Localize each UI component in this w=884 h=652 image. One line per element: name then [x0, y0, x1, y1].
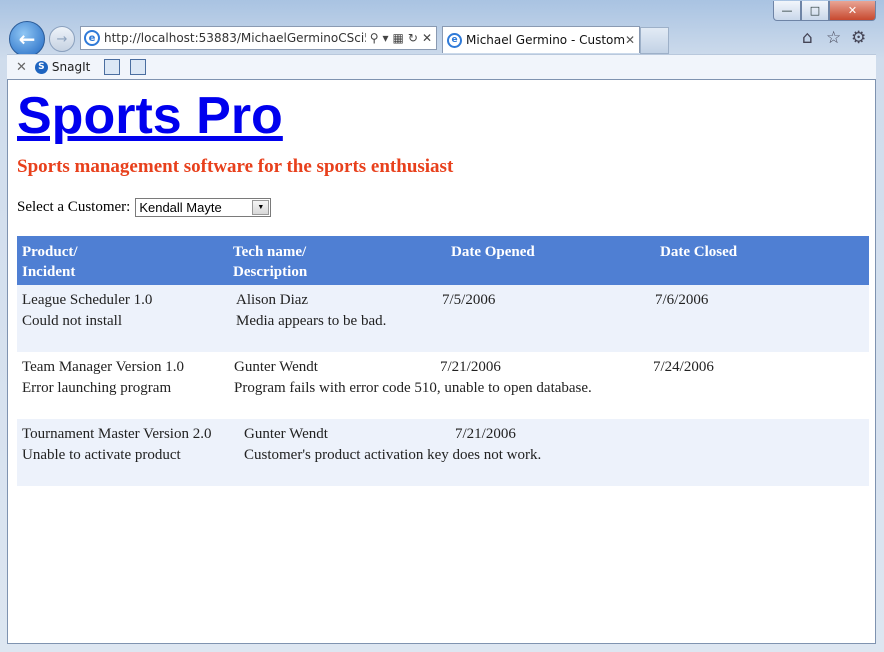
snagit-icon: S	[34, 60, 48, 74]
customer-dropdown[interactable]: Kendall Mayte ▼	[135, 198, 272, 217]
refresh-icon[interactable]: ↻	[408, 31, 418, 45]
stop-icon[interactable]: ✕	[422, 31, 432, 45]
brand-link[interactable]: Sports Pro	[17, 86, 283, 146]
tab-close-icon[interactable]: ✕	[625, 33, 639, 47]
home-icon[interactable]: ⌂	[802, 28, 813, 48]
customer-select-label: Select a Customer:	[17, 199, 131, 215]
header-tech-description: Tech name/ Description	[233, 242, 307, 282]
cell-date-opened: 7/21/2006	[440, 359, 501, 375]
cell-product: Tournament Master Version 2.0	[22, 426, 212, 442]
table-row: Tournament Master Version 2.0 Unable to …	[17, 419, 869, 486]
command-bar: ✕ S SnagIt	[7, 54, 876, 79]
address-tools: ⚲ ▾ ▦ ↻ ✕	[366, 31, 436, 45]
dropdown-icon[interactable]: ▾	[383, 31, 389, 45]
compatibility-icon[interactable]: ▦	[393, 31, 404, 45]
header-product: Product/	[22, 244, 78, 260]
header-incident: Incident	[22, 264, 76, 280]
snagit-button[interactable]: S SnagIt	[34, 60, 91, 74]
page-content: Sports Pro Sports management software fo…	[7, 79, 876, 644]
header-date-closed: Date Closed	[660, 244, 738, 260]
cell-incident: Unable to activate product	[22, 447, 181, 463]
forward-arrow-icon: →	[56, 31, 68, 47]
cell-incident: Could not install	[22, 313, 123, 329]
forward-button[interactable]: →	[49, 26, 75, 52]
header-tech-name: Tech name/	[233, 244, 307, 260]
cell-description: Media appears to be bad.	[236, 313, 387, 329]
close-toolbar-icon[interactable]: ✕	[16, 60, 27, 75]
snagit-label: SnagIt	[51, 60, 91, 74]
header-description: Description	[233, 264, 308, 280]
table-header: Product/ Incident Tech name/ Description…	[17, 236, 869, 285]
header-product-incident: Product/ Incident	[22, 242, 78, 282]
cell-tech: Gunter Wendt	[234, 359, 318, 375]
tab-ie-icon: e	[447, 32, 462, 48]
table-row: League Scheduler 1.0 Could not install A…	[17, 285, 869, 352]
maximize-button[interactable]: □	[801, 1, 829, 21]
browser-window: — □ ✕ ← → e http://localhost:53883/Micha…	[0, 0, 884, 652]
cell-incident: Error launching program	[22, 380, 172, 396]
cell-date-closed: 7/24/2006	[653, 359, 714, 375]
customer-select-row: Select a Customer: Kendall Mayte ▼	[17, 198, 272, 217]
snagit-edit-icon[interactable]	[130, 59, 147, 75]
new-tab-button[interactable]	[640, 27, 669, 54]
incidents-table: Product/ Incident Tech name/ Description…	[17, 236, 869, 486]
chevron-down-icon[interactable]: ▼	[252, 200, 270, 215]
cell-date-opened: 7/21/2006	[455, 426, 516, 442]
cell-description: Customer's product activation key does n…	[244, 447, 542, 463]
snagit-capture-icon[interactable]	[104, 59, 121, 75]
close-button[interactable]: ✕	[829, 1, 876, 21]
cell-tech: Gunter Wendt	[244, 426, 328, 442]
back-arrow-icon: ←	[18, 27, 36, 51]
back-button[interactable]: ←	[9, 21, 45, 57]
cell-description: Program fails with error code 510, unabl…	[234, 380, 592, 396]
minimize-button[interactable]: —	[773, 1, 801, 21]
header-date-opened: Date Opened	[451, 244, 535, 260]
search-icon[interactable]: ⚲	[370, 31, 379, 45]
cell-tech: Alison Diaz	[236, 292, 309, 308]
gear-icon[interactable]: ⚙	[851, 28, 866, 48]
table-row: Team Manager Version 1.0 Error launching…	[17, 352, 869, 419]
ie-page-icon: e	[84, 30, 100, 46]
cell-product: League Scheduler 1.0	[22, 292, 153, 308]
cell-product: Team Manager Version 1.0	[22, 359, 184, 375]
address-url[interactable]: http://localhost:53883/MichaelGerminoCSc…	[104, 31, 366, 45]
address-bar[interactable]: e http://localhost:53883/MichaelGerminoC…	[80, 26, 437, 50]
favorites-star-icon[interactable]: ☆	[826, 28, 841, 48]
window-controls: — □ ✕	[773, 1, 876, 21]
tagline: Sports management software for the sport…	[17, 156, 454, 177]
cell-date-opened: 7/5/2006	[442, 292, 496, 308]
customer-selected-value: Kendall Mayte	[139, 200, 222, 215]
browser-tab[interactable]: e Michael Germino - Custom... ✕	[442, 26, 640, 53]
tab-title: Michael Germino - Custom...	[466, 33, 625, 47]
cell-date-closed: 7/6/2006	[655, 292, 709, 308]
